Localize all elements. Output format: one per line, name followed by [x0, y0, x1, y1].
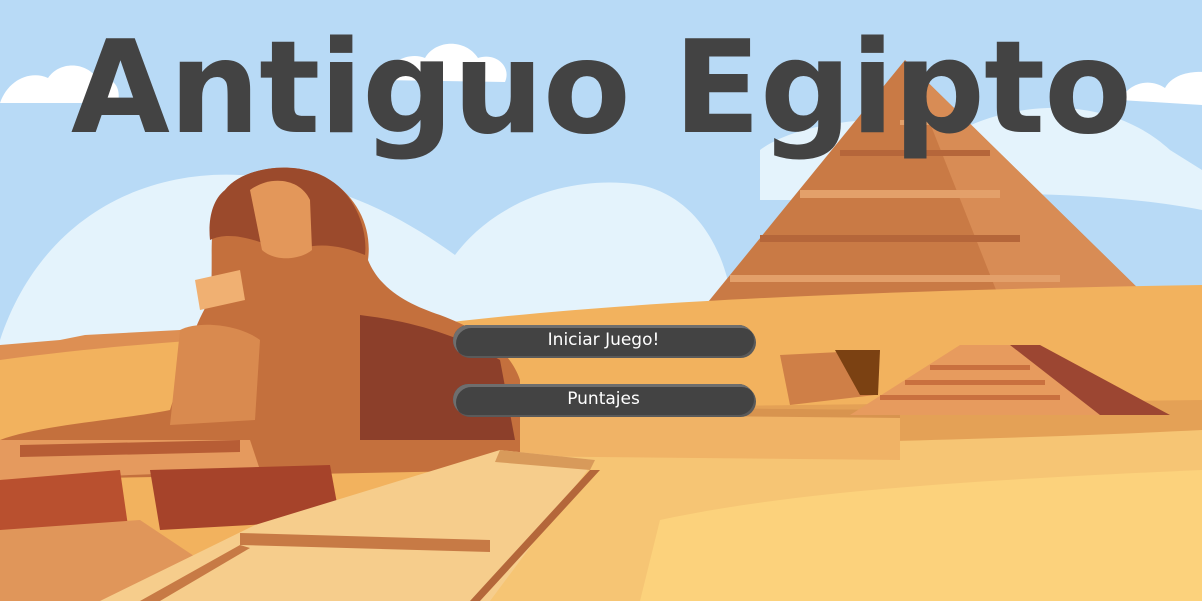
- scores-button[interactable]: Puntajes: [453, 384, 754, 415]
- title-screen: Antiguo Egipto Iniciar Juego! Puntajes: [0, 0, 1202, 601]
- game-title: Antiguo Egipto: [70, 14, 1132, 163]
- start-game-button[interactable]: Iniciar Juego!: [453, 325, 754, 356]
